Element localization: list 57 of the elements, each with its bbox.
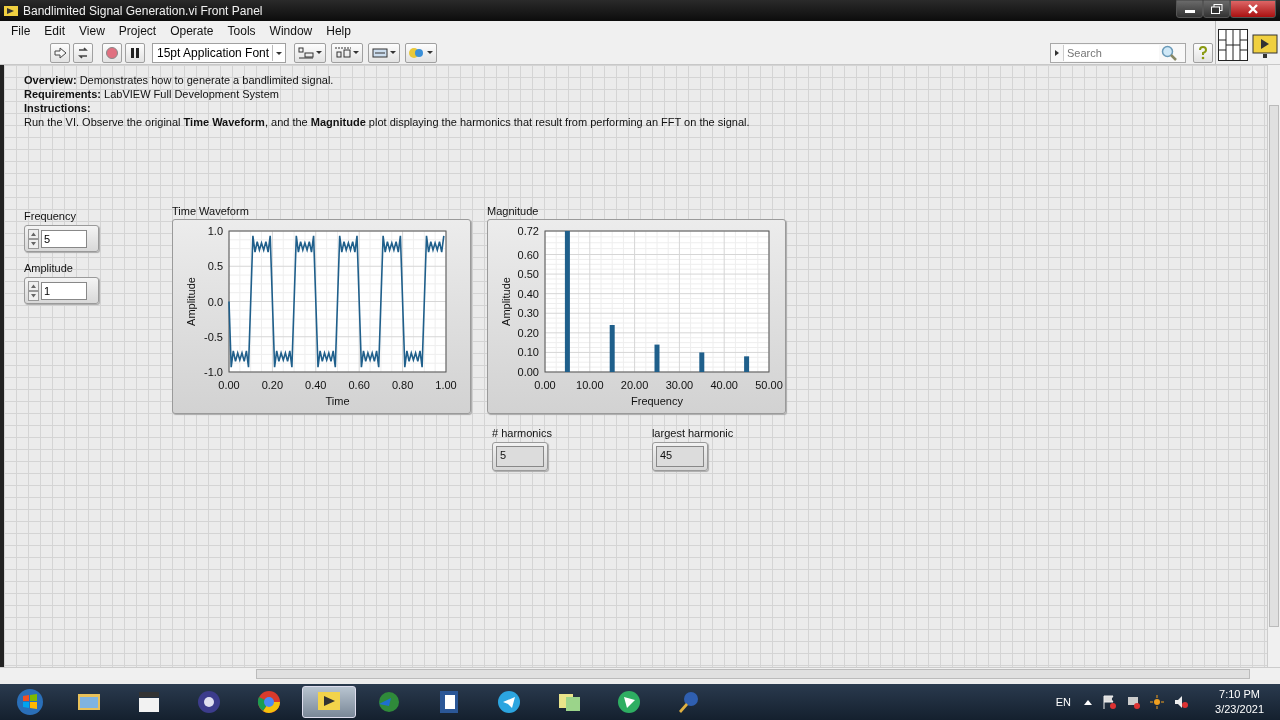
window-title: Bandlimited Signal Generation.vi Front Panel bbox=[23, 3, 263, 18]
menu-item[interactable]: Operate bbox=[163, 22, 221, 40]
tick-label: -1.0 bbox=[204, 366, 223, 378]
tick-label: 0.40 bbox=[305, 379, 327, 391]
tick-label: 0.40 bbox=[517, 287, 539, 300]
description-text: Run the VI. Observe the original Time Waveform, and the Magnitude plot displaying the harmonics that result from performing an FFT on the signal. bbox=[24, 115, 751, 129]
tick-label: 0.00 bbox=[534, 379, 556, 391]
tick-label: 40.00 bbox=[710, 379, 738, 391]
menu-item[interactable]: Tools bbox=[220, 22, 263, 40]
tick-label: 0.00 bbox=[517, 366, 539, 378]
tick-label: 1.0 bbox=[207, 225, 223, 237]
numeric-indicator: 5 bbox=[492, 442, 548, 471]
language-indicator[interactable]: EN bbox=[1055, 696, 1072, 708]
tick-label: 20.00 bbox=[620, 379, 649, 391]
graph-label: Time Waveform bbox=[172, 205, 250, 217]
axis-title: Time bbox=[325, 395, 350, 407]
tick-label: 0.30 bbox=[517, 307, 539, 320]
tick-label: 0.0 bbox=[207, 295, 223, 308]
numeric-indicator: 45 bbox=[651, 442, 708, 471]
graph-label: Magnitude bbox=[487, 205, 540, 217]
tick-label: 0.80 bbox=[391, 379, 414, 391]
font-dropdown[interactable]: 15pt Application Font bbox=[152, 42, 286, 63]
numeric-control[interactable]: 1 bbox=[24, 277, 99, 304]
tick-label: 0.00 bbox=[218, 379, 240, 391]
clock-time[interactable]: 7:10 PM bbox=[1219, 687, 1260, 702]
tick-label: 50.00 bbox=[755, 379, 783, 391]
tick-label: 1.00 bbox=[435, 379, 457, 391]
tick-label: 0.60 bbox=[348, 379, 370, 391]
menu-item[interactable]: Project bbox=[111, 22, 164, 40]
tick-label: 0.72 bbox=[517, 225, 539, 237]
control-label: Amplitude bbox=[24, 262, 74, 274]
menu-item[interactable]: File bbox=[4, 22, 38, 40]
tick-label: 0.60 bbox=[517, 248, 539, 261]
control-label: Frequency bbox=[24, 210, 77, 222]
tick-label: 30.00 bbox=[665, 379, 694, 391]
clock-date[interactable]: 3/23/2021 bbox=[1215, 702, 1264, 717]
tick-label: 0.20 bbox=[261, 379, 284, 391]
description-text: Requirements: LabVIEW Full Development System bbox=[24, 87, 280, 101]
tick-label: 0.5 bbox=[207, 260, 223, 273]
axis-title: Amplitude bbox=[500, 277, 512, 326]
tick-label: -0.5 bbox=[204, 330, 223, 343]
tick-label: 10.00 bbox=[576, 379, 604, 391]
tick-label: 0.10 bbox=[517, 346, 539, 359]
menu-item[interactable]: Help bbox=[319, 22, 358, 40]
tick-label: 0.50 bbox=[517, 268, 539, 281]
tick-label: 0.20 bbox=[517, 326, 539, 339]
numeric-control[interactable]: 5 bbox=[24, 225, 99, 252]
axis-title: Frequency bbox=[631, 395, 683, 407]
description-text: Instructions: bbox=[24, 101, 92, 115]
indicator-label: # harmonics bbox=[492, 427, 552, 439]
axis-title: Amplitude bbox=[185, 277, 197, 326]
menu-item[interactable]: Edit bbox=[37, 22, 73, 40]
description-text: Overview: Demonstrates how to generate a bandlimited signal. bbox=[24, 73, 335, 87]
indicator-label: largest harmonic bbox=[651, 427, 734, 439]
menu-item[interactable]: View bbox=[72, 22, 112, 40]
menu-item[interactable]: Window bbox=[262, 22, 320, 40]
search-field[interactable]: Search bbox=[1063, 44, 1159, 61]
